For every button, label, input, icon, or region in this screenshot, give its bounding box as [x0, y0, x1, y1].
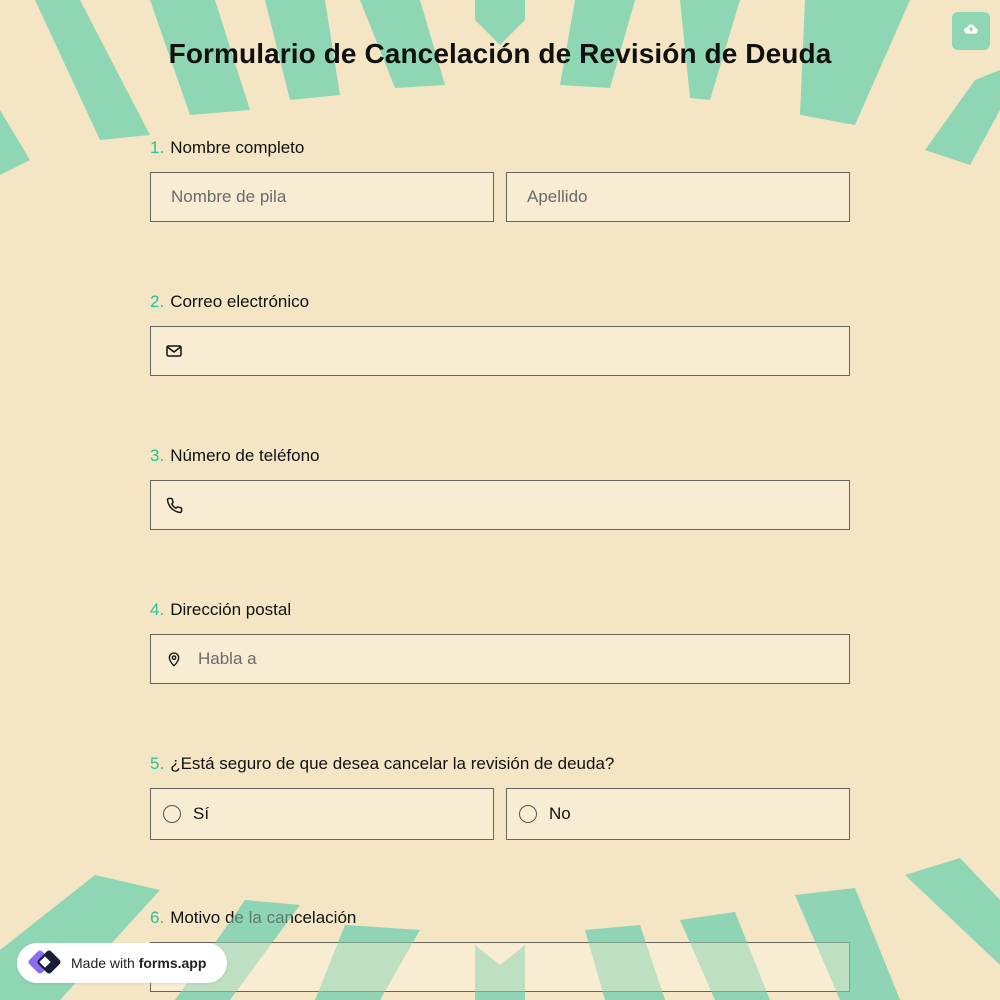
question-text: Motivo de la cancelación	[170, 908, 357, 927]
question-number: 5.	[150, 754, 165, 773]
question-text: Número de teléfono	[170, 446, 320, 465]
email-field	[150, 326, 850, 376]
radio-label: Sí	[193, 804, 210, 823]
reason-field	[150, 942, 850, 992]
mail-icon	[165, 342, 183, 360]
form-title: Formulario de Cancelación de Revisión de…	[168, 38, 832, 69]
question-address: 4. Dirección postal	[150, 598, 850, 684]
question-label: 4. Dirección postal	[150, 598, 850, 622]
last-name-input[interactable]	[507, 173, 849, 221]
question-number: 4.	[150, 600, 165, 619]
address-input[interactable]	[151, 635, 849, 683]
question-full-name: 1. Nombre completo	[150, 136, 850, 222]
radio-button[interactable]	[163, 805, 181, 823]
badge-text: Made with forms.app	[71, 955, 206, 971]
radio-label: No	[549, 804, 571, 823]
radio-option-no[interactable]: No	[506, 788, 850, 840]
question-reason: 6. Motivo de la cancelación	[150, 906, 850, 992]
question-number: 3.	[150, 446, 165, 465]
question-label: 5. ¿Está seguro de que desea cancelar la …	[150, 752, 850, 776]
question-text: Dirección postal	[170, 600, 292, 619]
last-name-field	[506, 172, 850, 222]
made-with-badge[interactable]: Made with forms.app	[17, 943, 227, 983]
question-number: 1.	[150, 138, 165, 157]
question-label: 2. Correo electrónico	[150, 290, 850, 314]
first-name-field	[150, 172, 494, 222]
form-page: Formulario de Cancelación de Revisión de…	[0, 0, 1000, 1000]
cloud-upload-icon	[963, 21, 979, 42]
question-number: 6.	[150, 908, 165, 927]
question-number: 2.	[150, 292, 165, 311]
first-name-input[interactable]	[151, 173, 493, 221]
phone-field	[150, 480, 850, 530]
phone-input[interactable]	[151, 481, 849, 529]
cloud-upload-button[interactable]	[952, 12, 990, 50]
map-pin-icon	[165, 650, 183, 668]
badge-prefix: Made with	[71, 955, 135, 971]
forms-app-logo-icon	[25, 943, 65, 983]
question-email: 2. Correo electrónico	[150, 290, 850, 376]
badge-brand: forms.app	[138, 955, 207, 971]
radio-button[interactable]	[519, 805, 537, 823]
question-text: Nombre completo	[170, 138, 305, 157]
question-phone: 3. Número de teléfono	[150, 444, 850, 530]
address-field	[150, 634, 850, 684]
phone-icon	[165, 496, 183, 514]
reason-input[interactable]	[151, 943, 849, 991]
question-label: 6. Motivo de la cancelación	[150, 906, 850, 930]
email-input[interactable]	[151, 327, 849, 375]
question-label: 3. Número de teléfono	[150, 444, 850, 468]
question-confirm-cancel: 5. ¿Está seguro de que desea cancelar la …	[150, 752, 850, 840]
question-text: ¿Está seguro de que desea cancelar la re…	[170, 754, 615, 773]
question-text: Correo electrónico	[170, 292, 310, 311]
radio-option-yes[interactable]: Sí	[150, 788, 494, 840]
question-label: 1. Nombre completo	[150, 136, 850, 160]
